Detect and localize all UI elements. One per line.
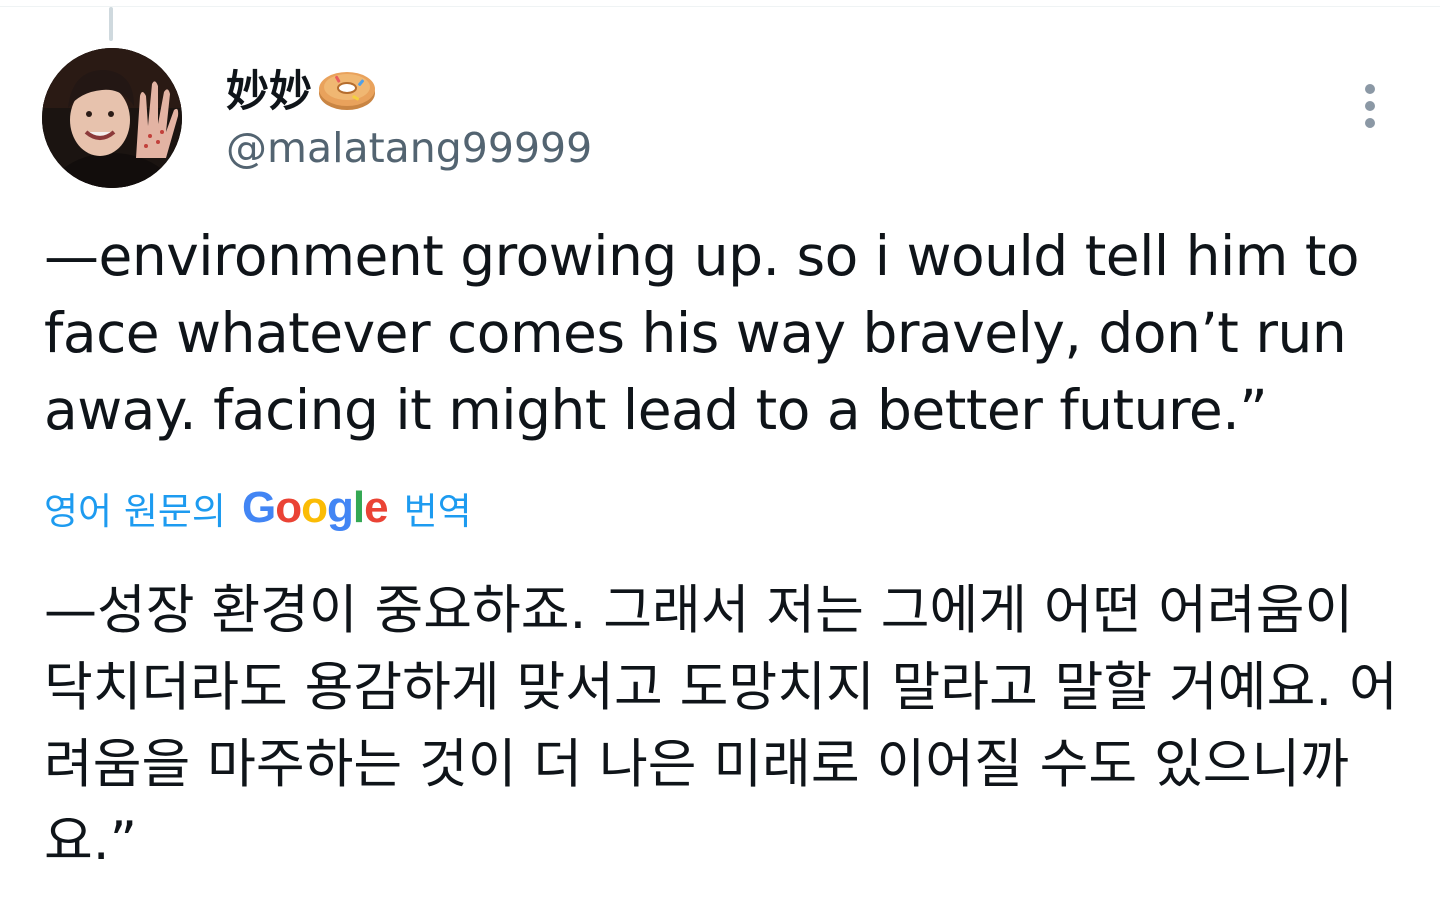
avatar-image [42, 48, 182, 188]
display-name[interactable]: 妙妙 [226, 58, 378, 118]
more-options-button[interactable] [1350, 78, 1390, 134]
user-handle[interactable]: @malatang99999 [226, 120, 592, 176]
google-logo: G o o g l e [241, 483, 389, 533]
top-divider [0, 6, 1440, 7]
donut-icon [316, 62, 378, 114]
google-logo-letter: l [352, 483, 365, 532]
google-logo-letter: e [364, 483, 389, 532]
more-vertical-icon [1365, 84, 1375, 94]
translation-prefix: 영어 원문의 [44, 490, 226, 533]
thread-connector-line [109, 7, 113, 41]
translated-tweet-text: —성장 환경이 중요하죠. 그래서 저는 그에게 어떤 어려움이 닥치더라도 용… [44, 580, 1398, 872]
avatar[interactable] [42, 48, 182, 188]
display-name-text: 妙妙 [226, 67, 312, 117]
more-vertical-icon-dot [1365, 101, 1375, 111]
translation-attribution[interactable]: 영어 원문의 G o o g l e 번역 [44, 478, 472, 538]
translation-suffix: 번역 [403, 490, 472, 533]
tweet-text: —environment growing up. so i would tell… [44, 224, 1360, 442]
google-logo-letter: o [301, 483, 328, 532]
google-logo-letter: G [241, 483, 276, 532]
google-logo-letter: g [326, 483, 354, 532]
google-logo-letter: o [275, 483, 302, 532]
more-vertical-icon-dot [1365, 118, 1375, 128]
